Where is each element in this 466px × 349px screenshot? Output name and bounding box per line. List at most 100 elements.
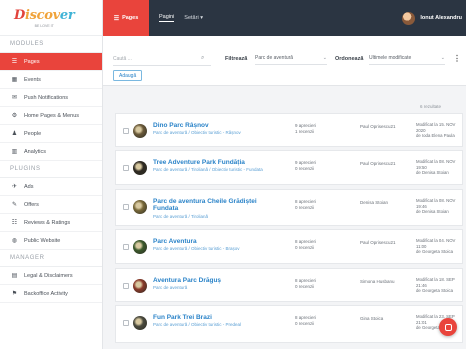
search-icon[interactable]: ⌕ <box>201 55 204 62</box>
globe-icon: ◍ <box>11 238 18 244</box>
page-author: Paul Oprisescu21 <box>360 240 396 245</box>
page-categories[interactable]: Parc de aventură / Tirolianã <box>153 214 208 219</box>
search-input[interactable] <box>113 55 201 62</box>
reviews-count: 0 recenzii <box>295 205 315 210</box>
reviews-icon: ☷ <box>11 220 18 226</box>
table-row[interactable]: Parc de aventura Cheile Grădiștei Fundat… <box>115 189 463 226</box>
page-stats: 9 aprecieri 1 recenzii <box>295 123 316 135</box>
modified-date: Modificat la 08. NOV 19:46 <box>416 198 456 209</box>
page-title-link[interactable]: Fun Park Trei Brazi <box>153 314 283 321</box>
sidebar-item-pages[interactable]: ☰ Pages <box>0 53 102 71</box>
chat-icon <box>444 323 452 331</box>
page-author: Simona Husbanu <box>360 279 395 284</box>
page-title-link[interactable]: Aventura Parc Drăguș <box>153 277 283 284</box>
brand-tab-label: Pages <box>122 15 139 21</box>
page-categories[interactable]: Parc de aventură / Obiectiv turistic - R… <box>153 130 241 135</box>
sidebar-item-public-website[interactable]: ◍ Public Website <box>0 232 102 250</box>
logo[interactable]: Discover BE LOVE IT <box>0 0 102 36</box>
page-title-link[interactable]: Parc Aventura <box>153 238 283 245</box>
sidebar-item-label: Home Pages & Menus <box>24 112 80 119</box>
page-modified: Modificat la 04. NOV 11:00 de Georgeta S… <box>416 238 462 255</box>
table-row[interactable]: Aventura Parc Drăguș Parc de aventură 8 … <box>115 268 463 302</box>
sidebar-item-analytics[interactable]: ▥ Analytics <box>0 143 102 161</box>
filter-select[interactable]: Parc de aventură ⌄ <box>255 51 327 65</box>
sidebar-item-push-notifications[interactable]: ✉ Push Notifications <box>0 89 102 107</box>
modified-by: de Denisa Stoian <box>416 170 449 175</box>
chevron-down-icon: ⌄ <box>440 54 445 61</box>
sidebar-item-events[interactable]: ▦ Events <box>0 71 102 89</box>
results-count: 6 rezultate <box>420 104 442 109</box>
sidebar-item-backoffice-activity[interactable]: ⚑ Backoffice Activity <box>0 285 102 303</box>
page-title-link[interactable]: Dino Parc Râșnov <box>153 122 283 129</box>
sidebar-item-label: Reviews & Ratings <box>24 219 71 226</box>
add-page-button[interactable]: Adaugă <box>113 70 143 81</box>
chat-button[interactable] <box>439 318 457 336</box>
page-stats: 9 aprecieri 0 recenzii <box>295 160 316 172</box>
sidebar-item-ads[interactable]: ✈ Ads <box>0 178 102 196</box>
logo-tagline: BE LOVE IT <box>34 23 54 28</box>
sidebar-item-reviews-ratings[interactable]: ☷ Reviews & Ratings <box>0 214 102 232</box>
table-row[interactable]: Tree Adventure Park Fundăția Parc de ave… <box>115 150 463 185</box>
chart-icon: ▥ <box>11 149 18 155</box>
sort-label: Ordonează <box>335 56 364 62</box>
sidebar-item-legal-disclaimers[interactable]: ▤ Legal & Disclaimers <box>0 267 102 285</box>
page-author: Gina Stoica <box>360 316 384 321</box>
sidebar-item-label: Events <box>24 76 41 83</box>
filter-select-value: Parc de aventură <box>255 54 294 61</box>
more-options-icon[interactable]: ⋮ <box>453 54 461 63</box>
avatar[interactable] <box>402 11 416 25</box>
section-title-modules: MODULES <box>0 36 102 53</box>
page-title-link[interactable]: Parc de aventura Cheile Grădiștei Fundat… <box>153 198 283 212</box>
logo-text-1: D <box>14 7 25 23</box>
page-title-link[interactable]: Tree Adventure Park Fundăția <box>153 159 283 166</box>
brand-tab[interactable]: ☰ Pages <box>103 0 149 36</box>
sidebar-item-label: Legal & Disclaimers <box>24 272 73 279</box>
activity-icon: ⚑ <box>11 291 18 297</box>
sidebar-item-label: Offers <box>24 201 39 208</box>
page-categories[interactable]: Parc de aventură / Tirolianã / Obiectiv … <box>153 167 263 172</box>
sort-select[interactable]: Ultimele modificate ⌄ <box>369 51 445 65</box>
filter-label: Filtrează <box>225 56 248 62</box>
reviews-count: 0 recenzii <box>295 321 315 326</box>
row-checkbox[interactable] <box>123 204 129 210</box>
top-link-setari[interactable]: Setări ▾ <box>184 15 203 21</box>
sidebar-nav: MODULES ☰ Pages ▦ Events ✉ Push Notifications ⚙… <box>0 36 102 303</box>
sidebar-item-label: Push Notifications <box>24 94 69 101</box>
calendar-icon: ▦ <box>11 77 18 83</box>
user-icon: ♟ <box>11 131 18 137</box>
row-checkbox[interactable] <box>123 128 129 134</box>
sidebar-item-home-pages-menus[interactable]: ⚙ Home Pages & Menus <box>0 107 102 125</box>
row-checkbox[interactable] <box>123 283 129 289</box>
search-box: ⌕ <box>113 52 211 66</box>
page-categories[interactable]: Parc de aventură <box>153 285 187 290</box>
logo-text-2: iscov <box>24 7 60 23</box>
chevron-down-icon: ⌄ <box>322 54 327 61</box>
table-row[interactable]: Parc Aventura Parc de aventură / Obiecti… <box>115 229 463 264</box>
logo-text-3: er <box>59 7 75 23</box>
row-checkbox[interactable] <box>123 320 129 326</box>
page-modified: Modificat la 15. NOV 2020 de Ioda Elena … <box>416 122 462 139</box>
sidebar-item-label: People <box>24 130 42 137</box>
table-row[interactable]: Dino Parc Râșnov Parc de aventură / Obie… <box>115 113 463 147</box>
user-name[interactable]: Ionut Alexandru <box>420 15 462 21</box>
sidebar-item-offers[interactable]: ✎ Offers <box>0 196 102 214</box>
list-icon: ☰ <box>11 59 18 65</box>
page-stats: 8 aprecieri 0 recenzii <box>295 278 316 290</box>
page-author: Paul Oprisescu21 <box>360 161 396 166</box>
section-title-plugins: PLUGINS <box>0 161 102 178</box>
page-modified: Modificat la 08. NOV 19:46 de Denisa Sto… <box>416 198 462 215</box>
sidebar-item-label: Ads <box>24 183 34 190</box>
row-checkbox[interactable] <box>123 165 129 171</box>
row-checkbox[interactable] <box>123 244 129 250</box>
envelope-icon: ✉ <box>11 95 18 101</box>
table-row[interactable]: Fun Park Trei Brazi Parc de aventură / O… <box>115 305 463 343</box>
page-categories[interactable]: Parc de aventură / Obiectiv turistic - P… <box>153 322 241 327</box>
sidebar: Discover BE LOVE IT MODULES ☰ Pages ▦ Events… <box>0 0 103 349</box>
reviews-count: 0 recenzii <box>295 166 315 171</box>
page-modified: Modificat la 08. NOV 19:50 de Denisa Sto… <box>416 159 462 176</box>
top-link-pagini[interactable]: Pagini <box>159 14 175 22</box>
page-modified: Modificat la 18. SEP 21:46 de Georgeta S… <box>416 277 462 294</box>
page-categories[interactable]: Parc de aventură / Obiectiv turistic - B… <box>153 246 240 251</box>
sidebar-item-people[interactable]: ♟ People <box>0 125 102 143</box>
reviews-count: 1 recenzii <box>295 129 315 134</box>
